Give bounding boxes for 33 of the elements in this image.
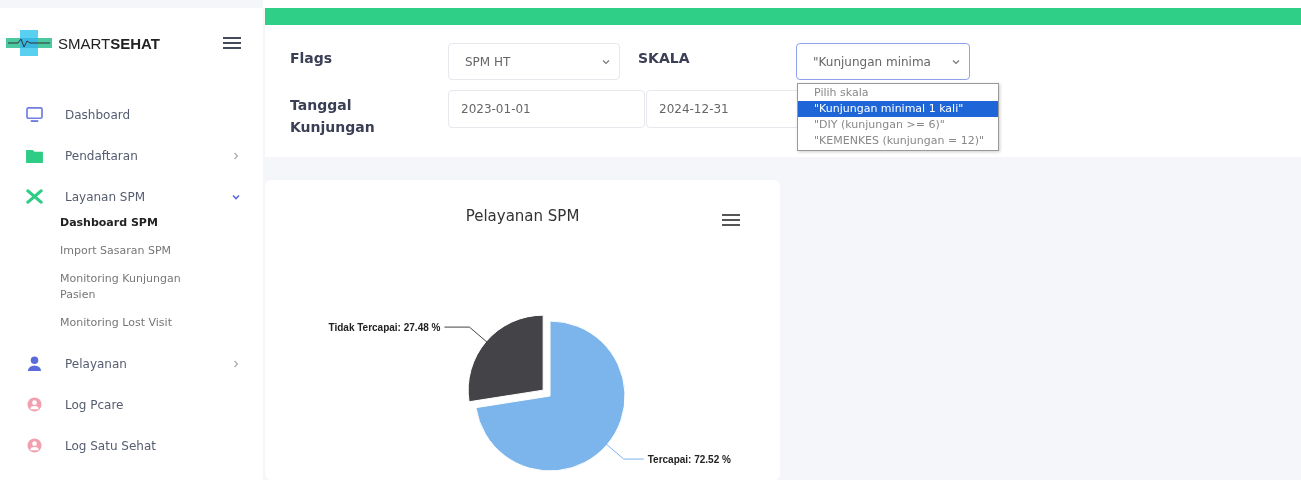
- dropdown-option[interactable]: "Kunjungan minimal 1 kali": [798, 101, 999, 117]
- field-label: Flags: [290, 49, 334, 68]
- nav-item[interactable]: Log Satu Sehat: [0, 425, 263, 466]
- folder-icon: [26, 148, 43, 163]
- user-circle-icon: [26, 397, 43, 412]
- user-icon: [26, 356, 43, 371]
- flags-select[interactable]: SPM HT: [448, 43, 620, 80]
- nav-item[interactable]: Log Pcare: [0, 384, 263, 425]
- nav-item[interactable]: Dashboard: [0, 94, 263, 135]
- logo-icon: [6, 30, 52, 56]
- dropdown-option[interactable]: "KEMENKES (kunjungan = 12)": [798, 133, 999, 149]
- date-field[interactable]: 2023-01-01: [448, 90, 645, 128]
- chevron-right-icon: [231, 150, 241, 161]
- field-label: SKALA: [638, 49, 691, 68]
- brand-name: SMARTSEHAT: [58, 34, 161, 52]
- nav-item[interactable]: Pendaftaran: [0, 135, 263, 176]
- submenu-item[interactable]: Import Sasaran SPM: [60, 237, 205, 265]
- scale-select[interactable]: "Kunjungan minima: [796, 43, 970, 80]
- submenu-item[interactable]: Monitoring Lost Visit: [60, 309, 205, 337]
- field-label: Tanggal Kunjungan: [290, 96, 376, 137]
- data-label: Tidak Tercapai: 27.48 %: [328, 322, 441, 334]
- menu-icon[interactable]: [223, 37, 241, 49]
- chevron-right-icon: [231, 358, 241, 369]
- chart-title: Pelayanan SPM: [465, 207, 580, 225]
- tools-icon: [26, 189, 43, 204]
- nav-item[interactable]: Pelayanan: [0, 343, 263, 384]
- monitor-icon: [26, 107, 43, 122]
- data-label: Tercapai: 72.52 %: [647, 454, 731, 466]
- submenu-item[interactable]: Monitoring Kunjungan Pasien: [60, 265, 205, 309]
- pie-slice[interactable]: [467, 314, 544, 403]
- user-circle-icon: [26, 438, 43, 453]
- pie-slice[interactable]: [475, 320, 626, 472]
- menu-icon[interactable]: [722, 214, 740, 226]
